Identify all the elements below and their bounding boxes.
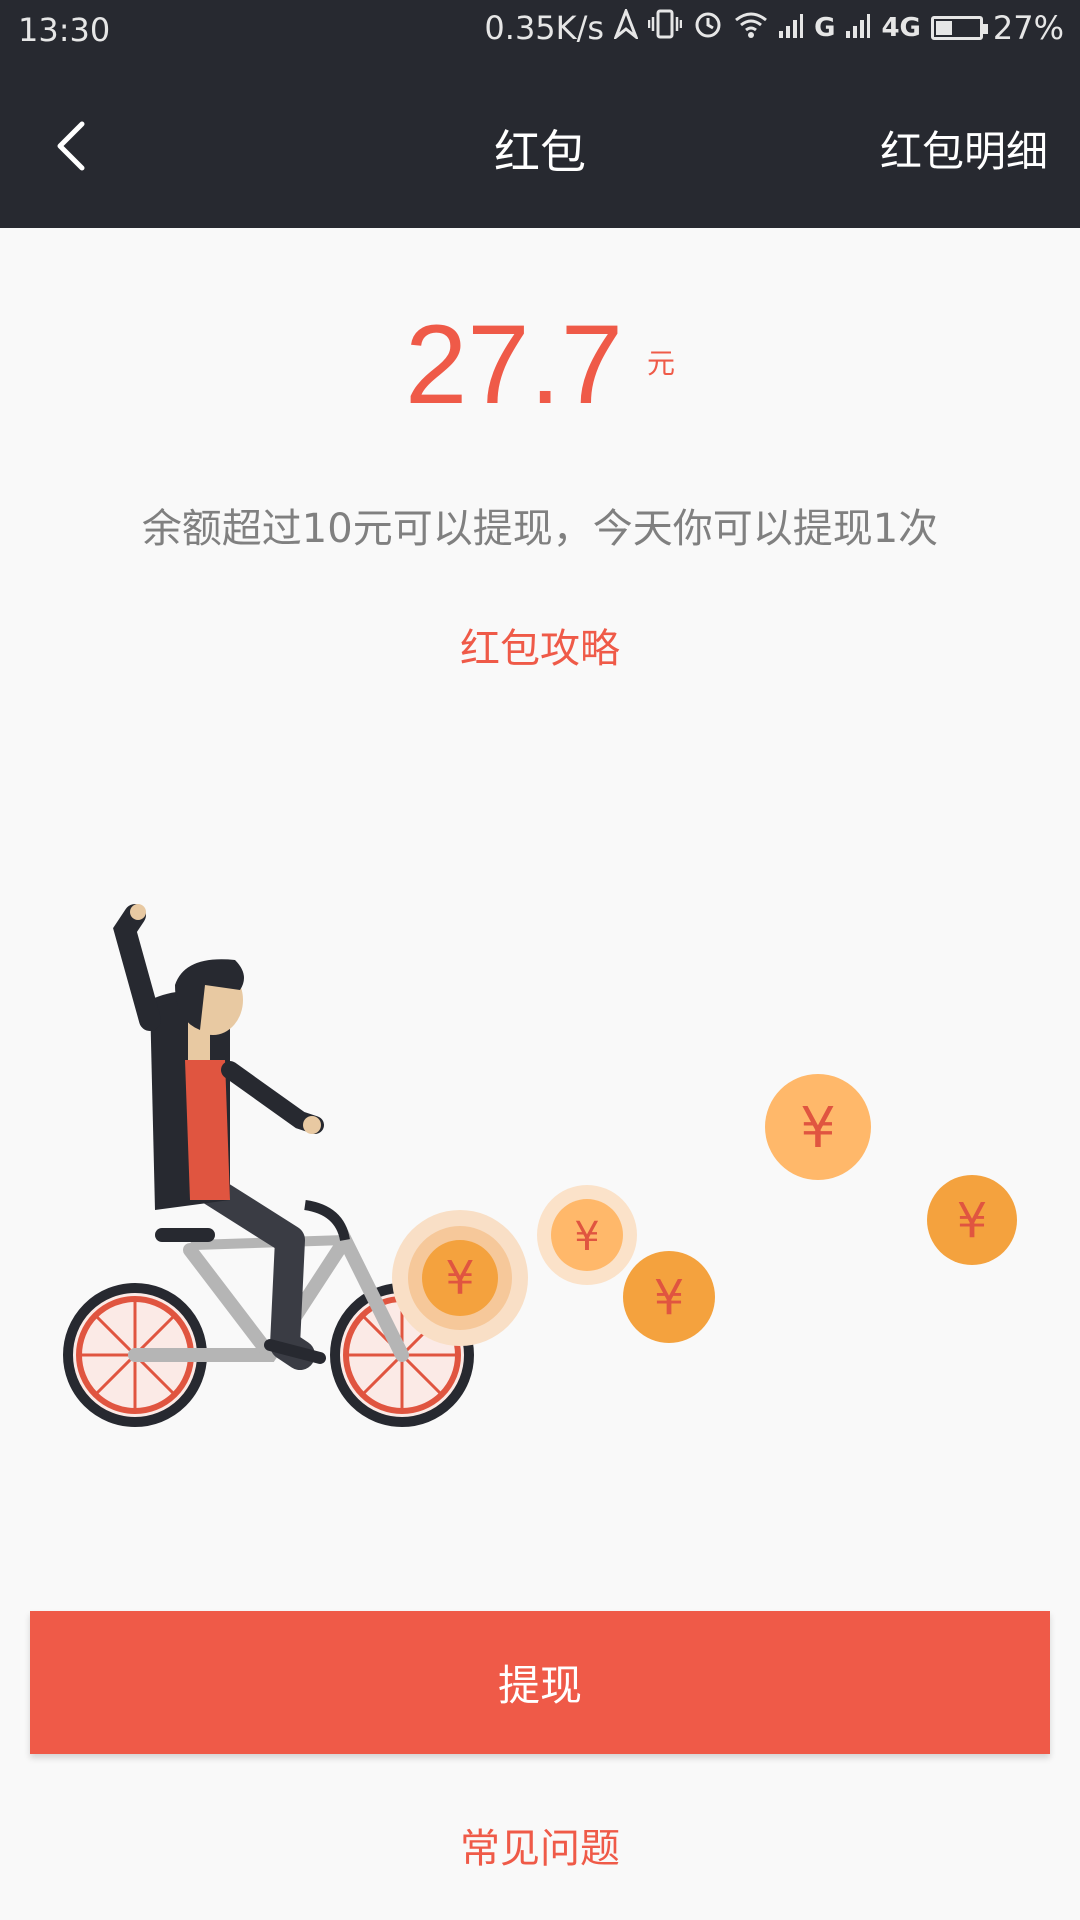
coin-symbol: ¥ — [654, 1270, 685, 1326]
coin-symbol: ¥ — [574, 1214, 599, 1260]
bike-seat — [155, 1228, 215, 1242]
coin-symbol: ¥ — [957, 1193, 988, 1249]
coin-symbol: ¥ — [800, 1096, 836, 1161]
top-bar: 13:30 0.35K/s G 4G 27% 红包 红包明细 — [0, 0, 1080, 228]
coin-symbol: ¥ — [445, 1251, 474, 1305]
nav-bar: 红包 红包明细 — [0, 64, 1080, 228]
coin-3: ¥ — [623, 1251, 715, 1343]
withdraw-button[interactable]: 提现 — [30, 1611, 1050, 1754]
battery-icon — [930, 16, 988, 40]
coin-1: ¥ — [392, 1210, 528, 1346]
vibrate-icon — [647, 9, 683, 47]
red-packet-details-link[interactable]: 红包明细 — [880, 118, 1048, 179]
signal-4g-label: 4G — [881, 13, 921, 43]
battery-percent: 27% — [992, 9, 1064, 47]
wifi-icon — [734, 9, 768, 47]
coin-5: ¥ — [927, 1175, 1017, 1265]
coin-4: ¥ — [765, 1074, 871, 1180]
status-icons: 0.35K/s G 4G 27% — [484, 6, 1064, 48]
withdraw-rule-text: 余额超过10元可以提现，今天你可以提现1次 — [141, 506, 939, 552]
navigation-icon — [612, 6, 640, 47]
coin-2: ¥ — [537, 1185, 637, 1285]
faq-link[interactable]: 常见问题 — [0, 1816, 1080, 1874]
balance-amount: 27.7 — [405, 302, 623, 427]
red-packet-guide-link[interactable]: 红包攻略 — [0, 616, 1080, 674]
balance-unit: 元 — [646, 347, 675, 380]
balance-display: 27.7 元 — [0, 300, 1080, 429]
signal-4g-icon — [845, 9, 871, 47]
signal-g-label: G — [814, 13, 836, 43]
cyclist-illustration: ¥ ¥ ¥ ¥ ¥ — [63, 904, 1017, 1427]
net-speed: 0.35K/s — [484, 9, 605, 47]
status-bar: 13:30 0.35K/s G 4G 27% — [0, 0, 1080, 64]
status-time: 13:30 — [18, 11, 111, 49]
bike-handlebar — [304, 1200, 350, 1242]
alarm-icon — [692, 8, 724, 48]
signal-g-icon — [778, 9, 804, 47]
